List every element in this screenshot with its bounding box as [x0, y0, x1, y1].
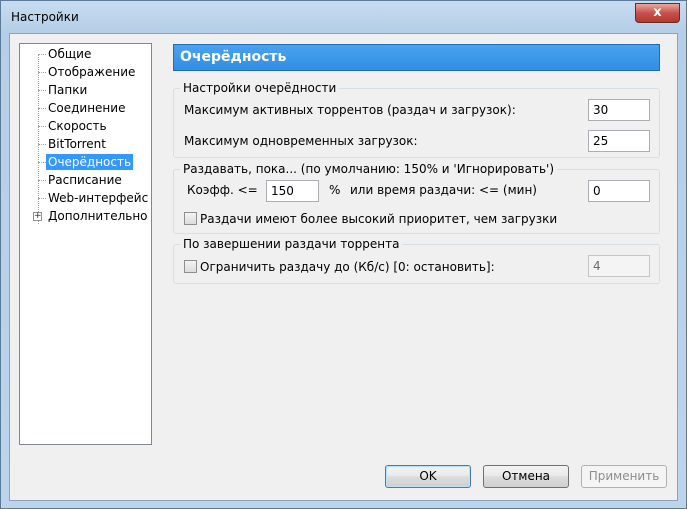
max-downloads-label: Максимум одновременных загрузок: — [184, 134, 418, 148]
close-button[interactable]: x — [635, 3, 680, 23]
limit-upload-checkbox[interactable] — [184, 260, 197, 273]
sidebar-item-folders[interactable]: Папки — [46, 82, 89, 98]
finish-seeding-title: По завершении раздачи торрента — [180, 237, 403, 251]
title-bar[interactable]: Настройки x — [1, 1, 686, 33]
upload-limit-input[interactable]: 4 — [588, 255, 650, 277]
tree-connector — [38, 126, 46, 127]
tree-connector — [38, 144, 46, 145]
seed-time-input[interactable]: 0 — [588, 180, 650, 202]
tree-connector — [38, 162, 46, 163]
sidebar-item-connection[interactable]: Соединение — [46, 100, 127, 116]
apply-button[interactable]: Применить — [581, 465, 667, 488]
limit-upload-label[interactable]: Ограничить раздачу до (Кб/с) [0: останов… — [200, 260, 495, 274]
settings-window: Настройки x Общие Отображение Папки Соед… — [0, 0, 687, 509]
seed-time-label: или время раздачи: <= (мин) — [350, 183, 537, 197]
window-title: Настройки — [11, 10, 79, 24]
sidebar-item-queueing[interactable]: Очерёдность — [46, 154, 134, 170]
settings-category-tree[interactable]: Общие Отображение Папки Соединение Скоро… — [19, 43, 152, 445]
ratio-input[interactable]: 150 — [266, 180, 319, 202]
page-title: Очерёдность — [180, 49, 287, 65]
sidebar-item-scheduler[interactable]: Расписание — [46, 172, 124, 188]
max-active-label: Максимум активных торрентов (раздач и за… — [184, 103, 516, 117]
sidebar-item-web-ui[interactable]: Web-интерфейс — [46, 190, 150, 206]
ok-button[interactable]: OK — [385, 465, 471, 488]
cancel-button[interactable]: Отмена — [483, 465, 569, 488]
percent-label: % — [329, 183, 341, 197]
tree-connector — [38, 90, 46, 91]
expand-icon[interactable]: + — [33, 212, 42, 221]
tree-connector — [38, 198, 46, 199]
ratio-label: Коэфф. <= — [187, 183, 258, 197]
tree-connector — [38, 54, 46, 55]
tree-connector — [38, 108, 46, 109]
close-icon: x — [653, 5, 662, 20]
sidebar-item-advanced[interactable]: Дополнительно — [46, 208, 150, 224]
max-downloads-input[interactable]: 25 — [588, 130, 650, 152]
sidebar-item-general[interactable]: Общие — [46, 46, 93, 62]
max-active-torrents-input[interactable]: 30 — [588, 99, 650, 121]
seed-priority-label[interactable]: Раздачи имеют более высокий приоритет, ч… — [200, 212, 557, 226]
queue-settings-title: Настройки очерёдности — [180, 81, 340, 95]
tree-connector — [38, 180, 46, 181]
seed-priority-checkbox[interactable] — [184, 212, 197, 225]
sidebar-item-speed[interactable]: Скорость — [46, 118, 109, 134]
seeding-limits-title: Раздавать, пока... (по умолчанию: 150% и… — [180, 162, 558, 176]
tree-connector — [38, 72, 46, 73]
page-header: Очерёдность — [173, 44, 660, 71]
sidebar-item-display[interactable]: Отображение — [46, 64, 137, 80]
sidebar-item-bittorrent[interactable]: BitTorrent — [46, 136, 108, 152]
